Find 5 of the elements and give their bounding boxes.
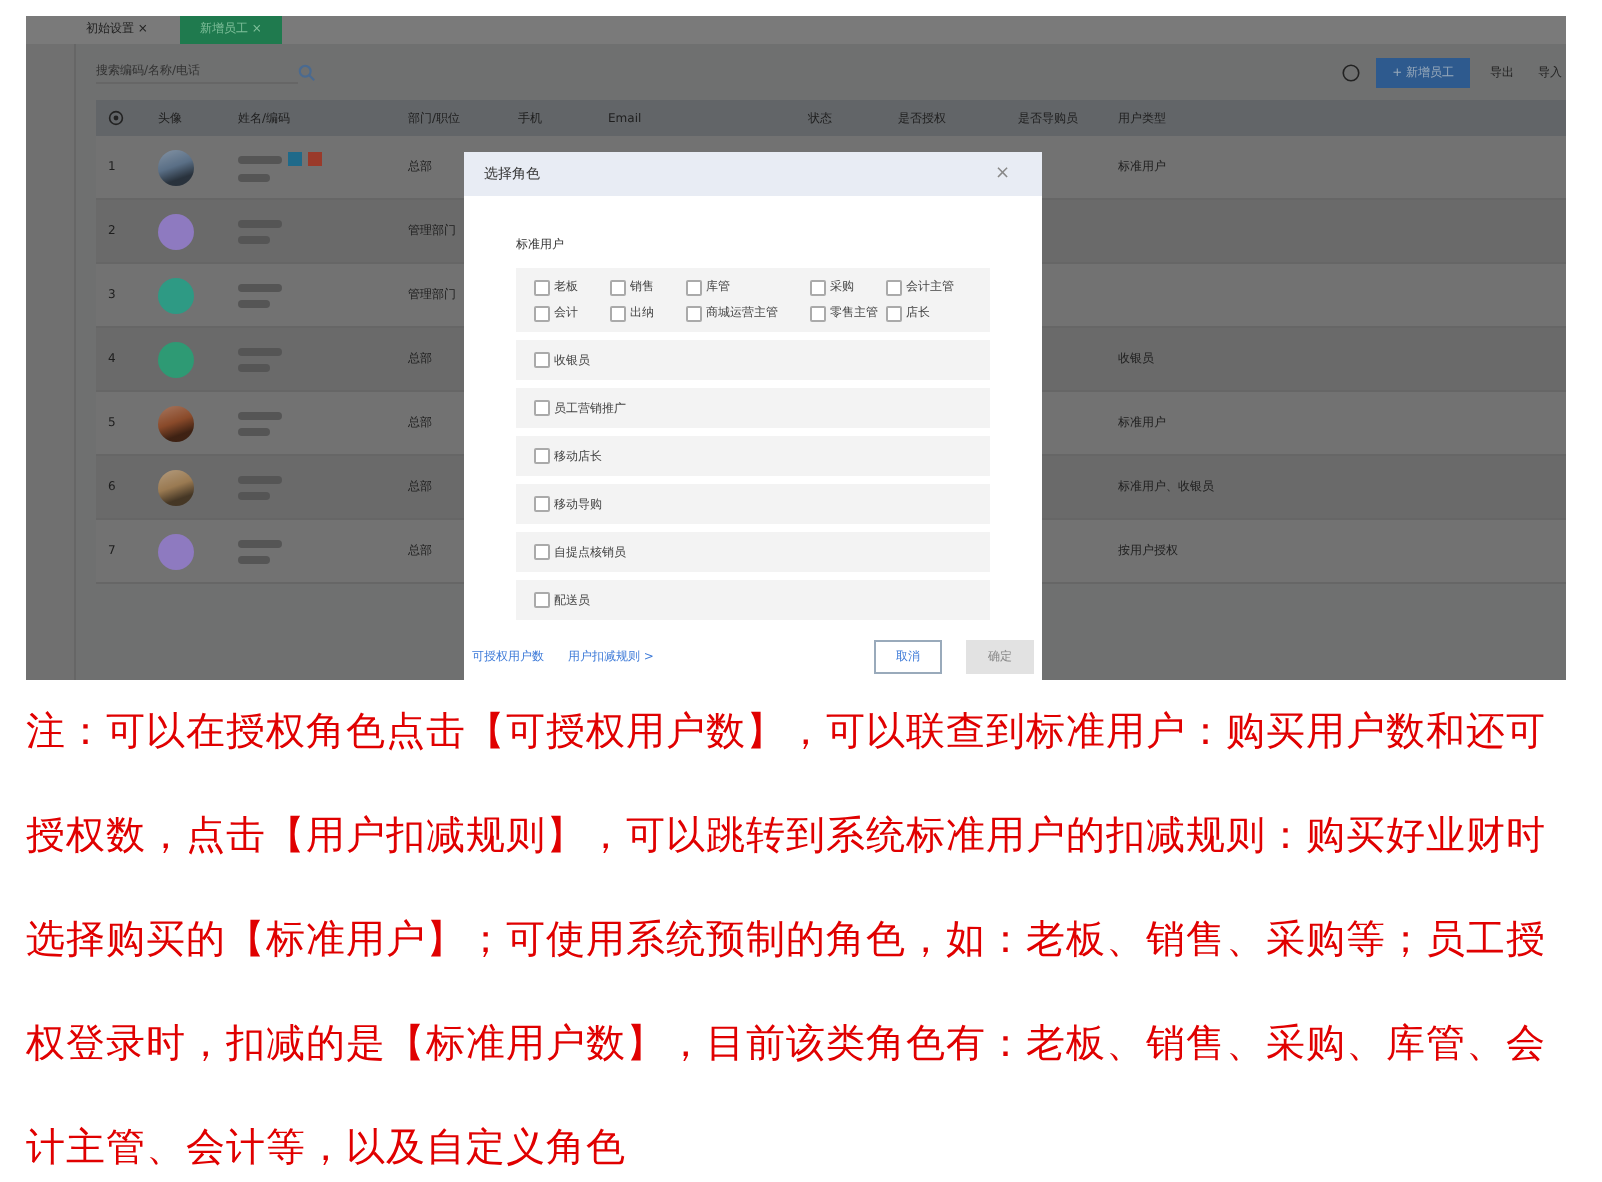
settings-icon[interactable] xyxy=(108,110,124,126)
note-paragraph: 注：可以在授权角色点击【可授权用户数】，可以联查到标准用户：购买用户数和还可授权数，点击【用户扣减规则】，可以跳转到系统标准用户的扣减规则：购买好业财时选择购买的【标准用户】；可使用系统预制的角色，如：老板、销售、采购等；员工授权登录时，扣减的是【标准用户数】，目前该类角色有：老板、销售、采购、库管、会计主管、会计等，以及自定义角色 xyxy=(24,706,1548,1174)
badge-icon xyxy=(308,152,322,166)
help-icon[interactable] xyxy=(1342,63,1361,81)
search-icon xyxy=(298,63,316,81)
